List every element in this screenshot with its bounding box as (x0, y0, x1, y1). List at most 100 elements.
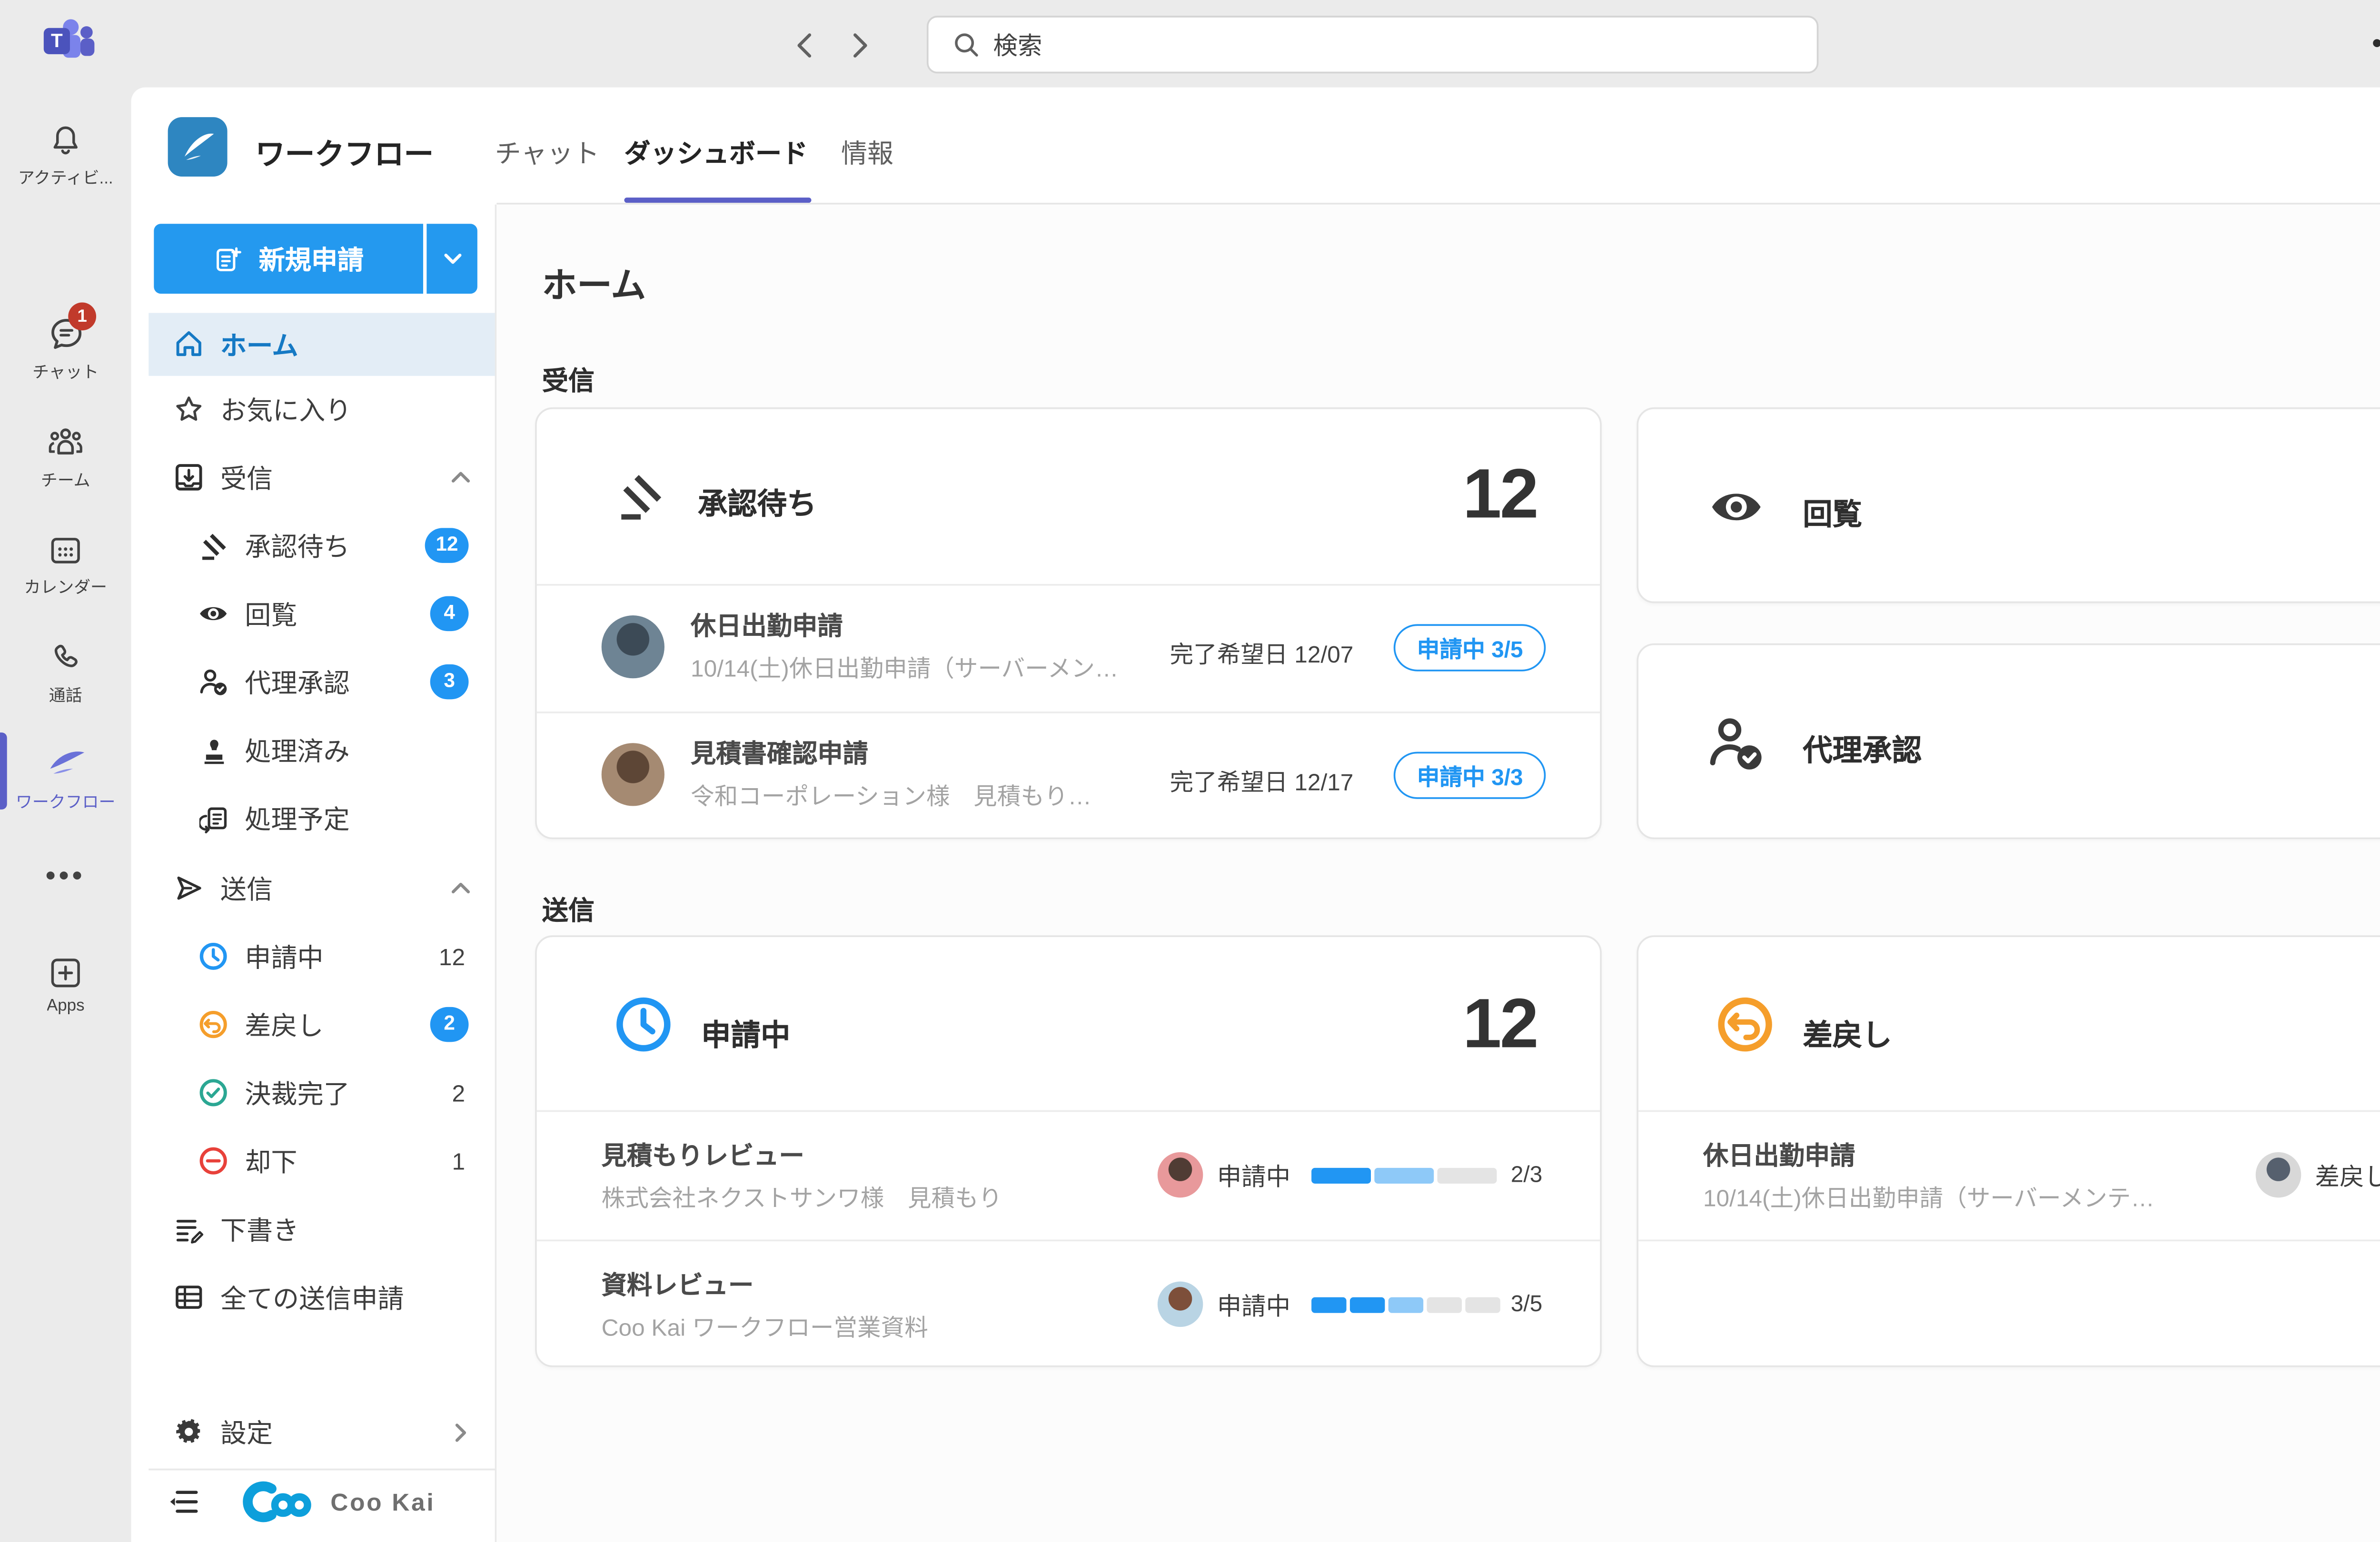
rail-active-indicator (0, 732, 6, 810)
rail-item-teams[interactable]: チーム (0, 423, 131, 491)
cookai-brand: Coo Kai (241, 1477, 435, 1526)
applying-card[interactable]: 申請中 12 見積もりレビュー 株式会社ネクストサンワ様 見積もり 申請中 2/… (535, 935, 1602, 1367)
collapse-chevron-icon[interactable] (449, 877, 472, 900)
list-item[interactable]: 見積書確認申請 令和コーポレーション様 見積もり… 完了希望日 12/17 申請… (537, 712, 1604, 839)
list-item[interactable]: 資料レビュー Coo Kai ワークフロー営業資料 申請中 3/5 (537, 1239, 1604, 1369)
new-request-dropdown-button[interactable] (426, 224, 477, 294)
person-check-icon (198, 666, 229, 698)
rail-item-apps[interactable]: Apps (0, 955, 131, 1016)
returned-badge: 2 (430, 1007, 469, 1042)
pending-approval-card[interactable]: 承認待ち 12 休日出勤申請 10/14(土)休日出勤申請（サーバーメン… 完了… (535, 407, 1602, 839)
sidebar-item-scheduled[interactable]: 処理予定 (149, 787, 495, 850)
workflow-app-logo (168, 117, 228, 177)
gavel-icon (617, 472, 666, 521)
inbox-icon (173, 462, 205, 493)
gavel-icon (198, 530, 229, 561)
return-icon (1716, 995, 1775, 1054)
clock-icon (614, 995, 673, 1054)
list-item[interactable]: 見積もりレビュー 株式会社ネクストサンワ様 見積もり 申請中 2/3 (537, 1110, 1604, 1240)
status-pill: 申請中 3/3 (1394, 752, 1546, 799)
document-queue-icon (198, 802, 229, 834)
cookai-logo-icon (241, 1477, 318, 1526)
tab-info[interactable]: 情報 (841, 135, 893, 171)
sidebar-item-favorites[interactable]: お気に入り (149, 377, 495, 440)
tab-chat[interactable]: チャット (495, 135, 600, 171)
avatar (1158, 1152, 1203, 1198)
teams-more-menu[interactable]: ••• (2371, 24, 2380, 66)
dashboard-main: ホーム 受信 承認待ち 12 休日出勤申請 10/14(土)休日出勤申請（サーバ… (496, 205, 2380, 1542)
proxy-approval-card[interactable]: 代理承認 3 (1636, 643, 2380, 839)
phone-icon (47, 640, 84, 676)
teams-app-rail: アクティビ... チャット 1 チーム カレンダー 通話 ワークフロー ••• … (0, 88, 131, 1542)
avatar (602, 743, 664, 806)
applying-count: 12 (1463, 986, 1537, 1065)
collapse-chevron-icon[interactable] (449, 466, 472, 489)
sidebar-item-home[interactable]: ホーム (149, 313, 495, 376)
minus-circle-icon (198, 1145, 229, 1176)
person-check-icon (1705, 712, 1768, 774)
sidebar-item-approved[interactable]: 決裁完了 2 (149, 1061, 495, 1124)
sidebar-item-all-sent[interactable]: 全ての送信申請 (149, 1266, 495, 1329)
teams-logo-icon: T (44, 19, 96, 68)
chat-unread-badge: 1 (68, 303, 96, 331)
bell-icon (47, 122, 84, 159)
sent-section-label: 送信 (542, 891, 595, 928)
new-request-button[interactable]: 新規申請 (154, 224, 423, 294)
proxy-approval-badge: 3 (430, 664, 469, 699)
nav-back-button[interactable] (783, 24, 825, 66)
rejected-count: 1 (452, 1148, 466, 1174)
draft-icon (173, 1213, 205, 1245)
sidebar-item-settings[interactable]: 設定 (149, 1400, 495, 1463)
sidebar-item-processed[interactable]: 処理済み (149, 719, 495, 781)
clock-icon (198, 940, 229, 972)
rail-item-chat[interactable]: チャット (0, 315, 131, 383)
search-icon (953, 31, 979, 58)
teams-people-icon (46, 423, 86, 462)
rail-item-workflow[interactable]: ワークフロー (0, 741, 131, 813)
progress-bar (1311, 1168, 1497, 1184)
rail-item-activity[interactable]: アクティビ... (0, 122, 131, 189)
rail-more-button[interactable]: ••• (0, 862, 131, 893)
return-icon (198, 1009, 229, 1040)
sidebar-item-proxy-approval[interactable]: 代理承認 3 (149, 651, 495, 713)
sidebar-item-sent[interactable]: 送信 (149, 857, 495, 919)
approved-count: 2 (452, 1079, 466, 1106)
sidebar-item-returned[interactable]: 差戻し 2 (149, 993, 495, 1056)
received-section-label: 受信 (542, 362, 595, 398)
star-icon (173, 394, 205, 425)
returned-card[interactable]: 差戻し 1 休日出勤申請 10/14(土)休日出勤申請（サーバーメンテ… 差戻し… (1636, 935, 2380, 1367)
workflow-feather-icon (43, 741, 89, 783)
status-pill: 申請中 3/5 (1394, 624, 1546, 671)
rail-item-calendar[interactable]: カレンダー (0, 532, 131, 598)
sidebar-item-applying[interactable]: 申請中 12 (149, 925, 495, 988)
eye-icon (1708, 481, 1765, 533)
table-icon (173, 1282, 205, 1313)
send-icon (173, 872, 205, 904)
sidebar-item-pending-approval[interactable]: 承認待ち 12 (149, 514, 495, 577)
document-plus-icon (213, 244, 243, 273)
search-input[interactable]: 検索 (927, 16, 1818, 73)
avatar (1158, 1282, 1203, 1327)
screen: T 検索 ••• ✓ アクティビ... (0, 0, 2380, 1542)
sidebar-item-drafts[interactable]: 下書き (149, 1197, 495, 1260)
calendar-icon (47, 532, 84, 568)
home-icon (173, 329, 205, 360)
sidebar-item-rejected[interactable]: 却下 1 (149, 1129, 495, 1192)
tab-dashboard[interactable]: ダッシュボード (624, 135, 808, 171)
sidebar-item-circulation[interactable]: 回覧 4 (149, 582, 495, 645)
sidebar-item-received[interactable]: 受信 (149, 446, 495, 509)
teams-title-bar: T 検索 ••• ✓ (0, 0, 2380, 88)
rail-item-calls[interactable]: 通話 (0, 640, 131, 706)
progress-bar (1311, 1297, 1500, 1313)
check-circle-icon (198, 1077, 229, 1108)
applying-count: 12 (439, 943, 465, 969)
active-tab-underline (624, 197, 811, 203)
nav-forward-button[interactable] (839, 24, 881, 66)
list-item[interactable]: 休日出勤申請 10/14(土)休日出勤申請（サーバーメン… 完了希望日 12/0… (537, 584, 1604, 712)
circulation-badge: 4 (430, 596, 469, 631)
gear-icon (173, 1416, 205, 1448)
circulation-card[interactable]: 回覧 4 (1636, 407, 2380, 603)
list-item[interactable]: 休日出勤申請 10/14(土)休日出勤申請（サーバーメンテ… 差戻し 3/3 (1638, 1110, 2380, 1240)
cookai-brand-text: Coo Kai (330, 1488, 435, 1516)
sidebar-collapse-button[interactable] (168, 1486, 199, 1517)
